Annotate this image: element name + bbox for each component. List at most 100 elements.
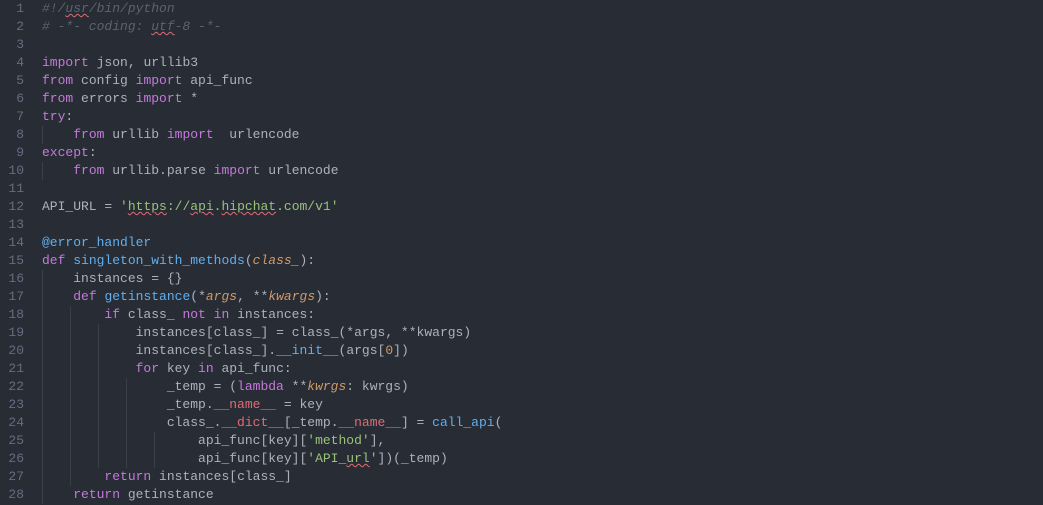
code-line[interactable]: import json, urllib3 — [42, 54, 502, 72]
indent-whitespace — [42, 487, 73, 502]
code-token: args — [354, 325, 385, 340]
code-editor[interactable]: 1234567891011121314151617181920212223242… — [0, 0, 1043, 505]
code-line[interactable]: if class_ not in instances: — [42, 306, 502, 324]
code-token: kwrgs — [362, 379, 401, 394]
indent-whitespace — [42, 361, 136, 376]
code-line[interactable]: api_func[key]['API_url'])(_temp) — [42, 450, 502, 468]
code-line[interactable] — [42, 216, 502, 234]
code-token: kwrgs — [307, 379, 346, 394]
code-token: 'API_ — [307, 451, 346, 466]
line-number: 4 — [8, 54, 24, 72]
code-token: ): — [299, 253, 315, 268]
code-token: class_ — [253, 253, 300, 268]
code-token: = {} — [151, 271, 182, 286]
line-number: 10 — [8, 162, 24, 180]
code-line[interactable]: _temp = (lambda **kwrgs: kwrgs) — [42, 378, 502, 396]
code-line[interactable]: return getinstance — [42, 486, 502, 504]
code-line[interactable]: return instances[class_] — [42, 468, 502, 486]
code-line[interactable] — [42, 180, 502, 198]
line-number: 18 — [8, 306, 24, 324]
code-token: lambda — [237, 379, 284, 394]
code-token: try — [42, 109, 65, 124]
code-token: ])( — [378, 451, 401, 466]
code-line[interactable]: instances[class_].__init__(args[0]) — [42, 342, 502, 360]
code-token: api_func — [182, 73, 252, 88]
code-token: #!/ — [42, 1, 65, 16]
code-token: getinstance — [104, 289, 190, 304]
code-line[interactable]: for key in api_func: — [42, 360, 502, 378]
indent-guide — [42, 360, 43, 378]
code-line[interactable]: def getinstance(*args, **kwargs): — [42, 288, 502, 306]
code-token: /bin/python — [89, 1, 175, 16]
code-token: (* — [190, 289, 206, 304]
code-token: _temp — [167, 397, 206, 412]
code-token: instances — [151, 469, 229, 484]
code-token: = — [104, 199, 120, 214]
code-token: class_ — [292, 325, 339, 340]
indent-whitespace — [42, 271, 73, 286]
code-line[interactable]: instances = {} — [42, 270, 502, 288]
code-token: __name__ — [339, 415, 401, 430]
code-line[interactable]: api_func[key]['method'], — [42, 432, 502, 450]
code-line[interactable]: from urllib.parse import urlencode — [42, 162, 502, 180]
indent-guide — [70, 396, 71, 414]
indent-guide — [98, 342, 99, 360]
code-token: API_URL — [42, 199, 104, 214]
code-line[interactable]: except: — [42, 144, 502, 162]
code-token: key — [159, 361, 198, 376]
code-token: . — [159, 163, 167, 178]
code-token: ( — [245, 253, 253, 268]
code-area[interactable]: #!/usr/bin/python# -*- coding: utf-8 -*-… — [38, 0, 502, 505]
indent-guide — [70, 342, 71, 360]
code-token: class_ — [237, 469, 284, 484]
code-token: ) — [463, 325, 471, 340]
indent-guide — [98, 396, 99, 414]
line-number: 8 — [8, 126, 24, 144]
indent-guide — [42, 432, 43, 450]
line-number: 24 — [8, 414, 24, 432]
code-token: hipchat — [221, 199, 276, 214]
code-line[interactable]: #!/usr/bin/python — [42, 0, 502, 18]
indent-guide — [70, 306, 71, 324]
code-line[interactable]: # -*- coding: utf-8 -*- — [42, 18, 502, 36]
code-token: , ** — [237, 289, 268, 304]
line-number: 14 — [8, 234, 24, 252]
indent-guide — [98, 450, 99, 468]
code-line[interactable]: instances[class_] = class_(*args, **kwar… — [42, 324, 502, 342]
indent-guide — [42, 396, 43, 414]
code-token — [284, 379, 292, 394]
code-token: = ( — [214, 379, 237, 394]
line-number: 27 — [8, 468, 24, 486]
code-line[interactable] — [42, 36, 502, 54]
code-line[interactable]: def singleton_with_methods(class_): — [42, 252, 502, 270]
indent-whitespace — [42, 127, 73, 142]
code-line[interactable]: API_URL = 'https://api.hipchat.com/v1' — [42, 198, 502, 216]
line-number: 15 — [8, 252, 24, 270]
code-token: def — [42, 253, 65, 268]
line-number: 17 — [8, 288, 24, 306]
line-number: 3 — [8, 36, 24, 54]
indent-guide — [42, 342, 43, 360]
code-token: kwargs — [417, 325, 464, 340]
code-line[interactable]: _temp.__name__ = key — [42, 396, 502, 414]
code-line[interactable]: try: — [42, 108, 502, 126]
code-token: urllib3 — [143, 55, 198, 70]
code-line[interactable]: @error_handler — [42, 234, 502, 252]
code-line[interactable]: from urllib import urlencode — [42, 126, 502, 144]
code-token: key — [268, 433, 291, 448]
line-number: 12 — [8, 198, 24, 216]
code-token: [ — [206, 343, 214, 358]
indent-guide — [126, 432, 127, 450]
code-token: , ** — [385, 325, 416, 340]
code-line[interactable]: class_.__dict__[_temp.__name__] = call_a… — [42, 414, 502, 432]
indent-guide — [42, 486, 43, 504]
line-number-gutter: 1234567891011121314151617181920212223242… — [0, 0, 38, 505]
indent-guide — [98, 414, 99, 432]
indent-guide — [70, 360, 71, 378]
indent-guide — [42, 468, 43, 486]
code-line[interactable]: from errors import * — [42, 90, 502, 108]
indent-guide — [154, 432, 155, 450]
code-token: __name__ — [214, 397, 276, 412]
code-token: import — [167, 127, 214, 142]
code-line[interactable]: from config import api_func — [42, 72, 502, 90]
